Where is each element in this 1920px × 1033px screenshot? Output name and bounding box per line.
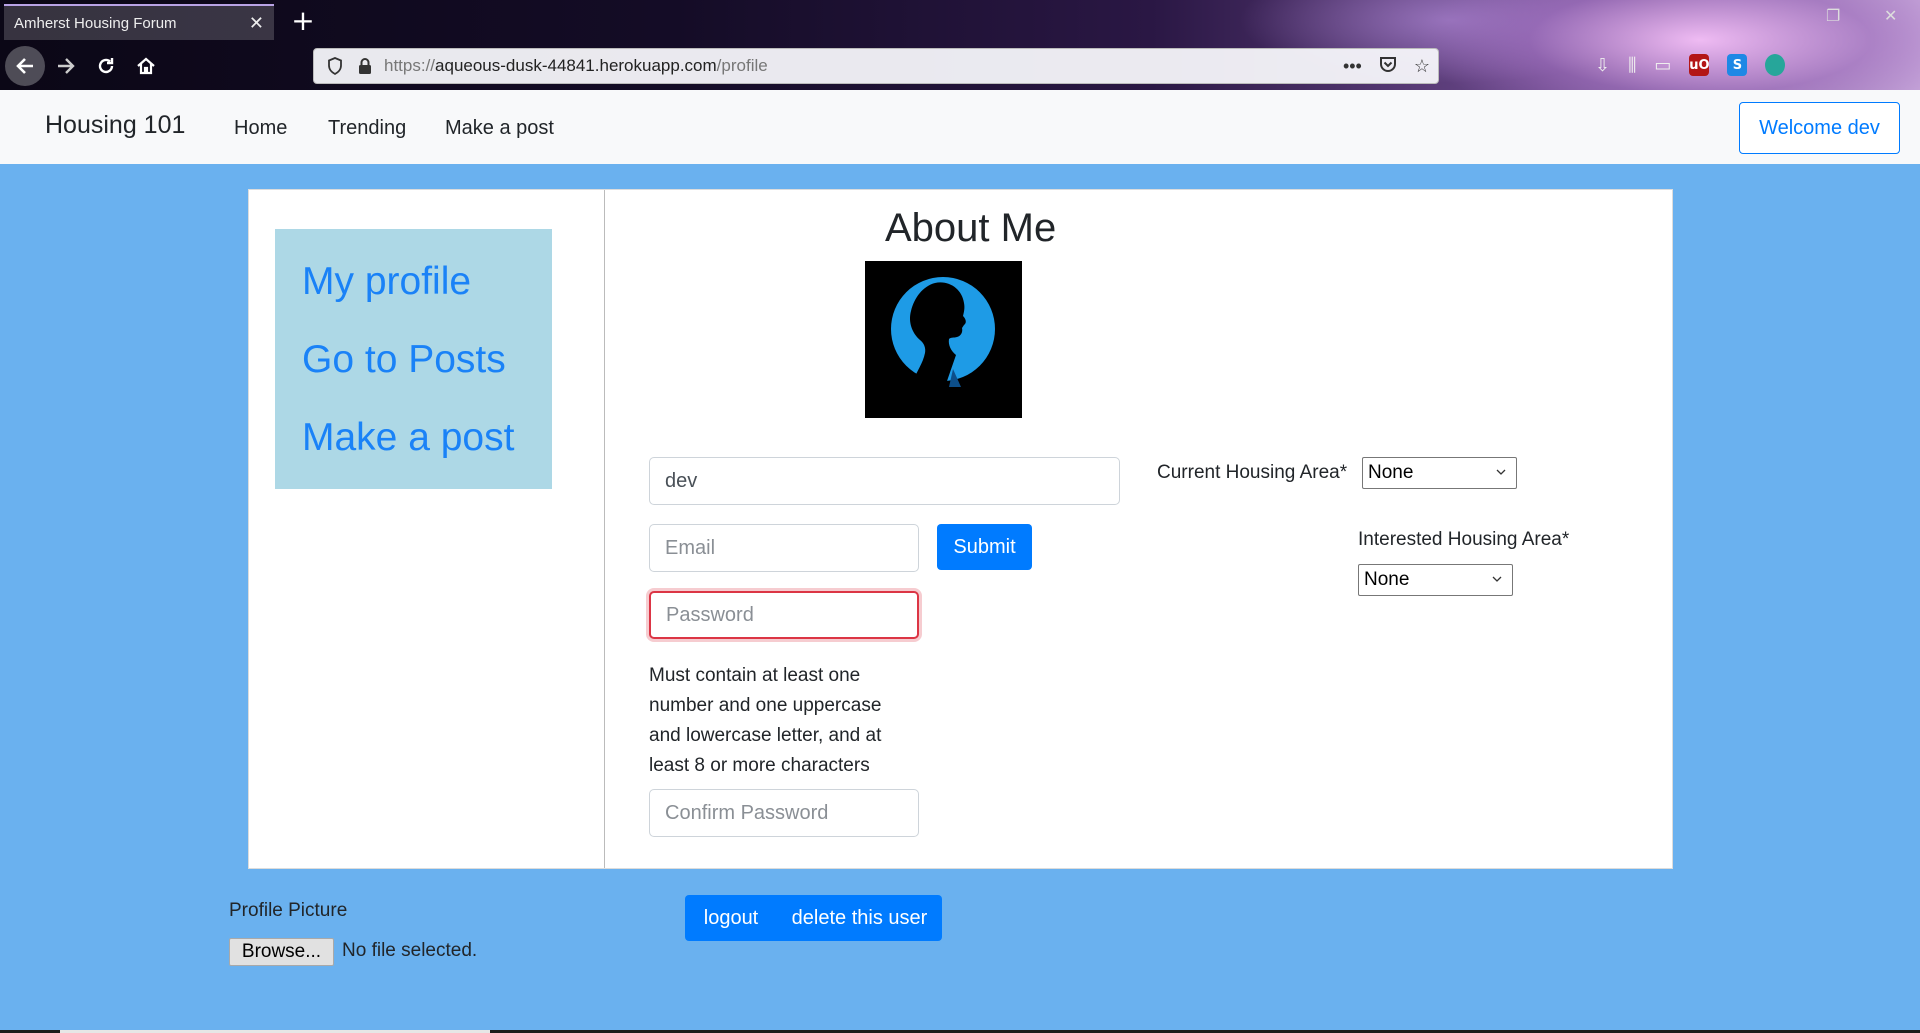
delete-user-button[interactable]: delete this user <box>777 895 942 941</box>
page-title: About Me <box>885 206 1057 250</box>
tab-title: Amherst Housing Forum <box>14 14 177 32</box>
current-housing-value: None <box>1368 462 1414 483</box>
browser-tab[interactable]: Amherst Housing Forum ✕ <box>4 4 274 40</box>
more-actions-icon[interactable]: ••• <box>1343 56 1362 77</box>
extension-circle-icon[interactable] <box>1765 54 1786 76</box>
pocket-icon[interactable] <box>1378 54 1398 79</box>
address-bar[interactable]: https://aqueous-dusk-44841.herokuapp.com… <box>313 48 1439 84</box>
bookmark-star-icon[interactable]: ☆ <box>1414 56 1430 77</box>
side-menu-make-a-post[interactable]: Make a post <box>302 399 552 477</box>
home-icon[interactable] <box>126 46 166 86</box>
nav-make-a-post[interactable]: Make a post <box>445 117 554 140</box>
current-housing-select[interactable]: None <box>1362 457 1517 489</box>
extension-s-icon[interactable]: S <box>1727 54 1748 76</box>
url-host: aqueous-dusk-44841.herokuapp.com <box>435 56 717 75</box>
reload-icon[interactable] <box>86 46 126 86</box>
side-menu: My profile Go to Posts Make a post <box>275 229 552 489</box>
site-navbar: Housing 101 Home Trending Make a post We… <box>0 90 1920 164</box>
submit-button[interactable]: Submit <box>937 524 1032 570</box>
avatar <box>865 261 1022 418</box>
logout-button[interactable]: logout <box>685 895 777 941</box>
tab-strip: Amherst Housing Forum ✕ + ❐ ✕ <box>0 0 1920 40</box>
side-menu-my-profile[interactable]: My profile <box>302 243 552 321</box>
restore-icon[interactable]: ❐ <box>1826 6 1840 25</box>
username-input[interactable]: dev <box>649 457 1120 505</box>
nav-home[interactable]: Home <box>234 117 287 140</box>
confirm-password-field[interactable]: Confirm Password <box>649 789 919 837</box>
password-hint: Must contain at least one number and one… <box>649 665 882 776</box>
profile-card: My profile Go to Posts Make a post About… <box>248 189 1673 869</box>
browse-file-button[interactable]: Browse... <box>229 938 334 966</box>
profile-picture-label: Profile Picture <box>229 900 348 921</box>
url-scheme: https:// <box>384 56 436 75</box>
interested-housing-value: None <box>1364 569 1410 590</box>
left-column: My profile Go to Posts Make a post <box>249 190 605 868</box>
new-tab-icon[interactable]: + <box>287 4 319 38</box>
download-icon[interactable]: ⇩ <box>1595 55 1610 76</box>
interested-housing-select[interactable]: None <box>1358 564 1513 596</box>
url-path: /profile <box>716 56 768 75</box>
nav-trending[interactable]: Trending <box>328 117 406 140</box>
forward-icon[interactable] <box>46 46 86 86</box>
brand-link[interactable]: Housing 101 <box>45 111 185 140</box>
file-status: No file selected. <box>342 940 478 961</box>
lock-icon[interactable] <box>354 55 376 77</box>
sidebar-icon[interactable]: ▭ <box>1654 55 1671 76</box>
library-icon[interactable]: ⫼ <box>1628 55 1636 76</box>
email-field[interactable]: Email <box>649 524 919 572</box>
browser-chrome: Amherst Housing Forum ✕ + ❐ ✕ https://aq… <box>0 0 1920 90</box>
interested-housing-label: Interested Housing Area* <box>1358 529 1570 550</box>
chevron-down-icon <box>1492 576 1502 582</box>
shield-icon[interactable] <box>324 55 346 77</box>
close-window-icon[interactable]: ✕ <box>1884 6 1897 25</box>
extensions-toolbar: ⇩ ⫼ ▭ uO S <box>1595 54 1786 76</box>
back-icon[interactable] <box>5 46 45 86</box>
welcome-user-button[interactable]: Welcome dev <box>1739 102 1900 154</box>
side-menu-go-to-posts[interactable]: Go to Posts <box>302 321 552 399</box>
user-silhouette-icon <box>891 277 995 387</box>
chevron-down-icon <box>1496 469 1506 475</box>
close-icon[interactable]: ✕ <box>249 14 264 32</box>
browser-toolbar: https://aqueous-dusk-44841.herokuapp.com… <box>0 44 1920 88</box>
current-housing-label: Current Housing Area* <box>1157 462 1348 483</box>
ublock-icon[interactable]: uO <box>1689 54 1710 76</box>
password-field[interactable]: Password <box>649 591 919 639</box>
